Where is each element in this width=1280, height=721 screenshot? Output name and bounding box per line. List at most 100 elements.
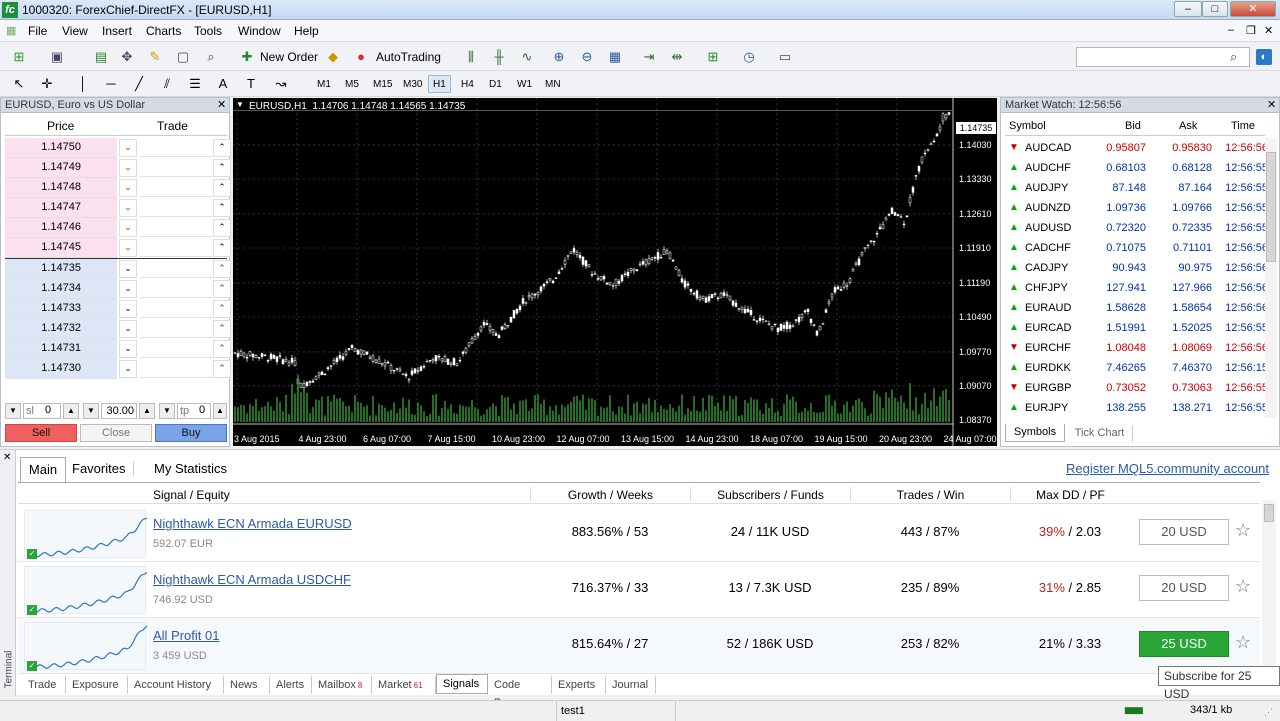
buy-limit-icon[interactable]: ⌃	[213, 320, 231, 338]
terminal-icon[interactable]: ▢	[174, 48, 192, 66]
sell-limit-icon[interactable]: ⌄	[119, 360, 137, 378]
tp-down-icon[interactable]: ▼	[159, 403, 175, 419]
inner-restore-button[interactable]: ❐	[1246, 24, 1256, 37]
buy-limit-icon[interactable]: ⌃	[213, 199, 231, 217]
bottom-tab-experts[interactable]: Experts	[552, 676, 606, 694]
sell-limit-icon[interactable]: ⌄	[119, 300, 137, 318]
sell-button[interactable]: Sell	[5, 424, 77, 442]
buy-limit-icon[interactable]: ⌃	[213, 360, 231, 378]
price-chart[interactable]: 1.14030 1.13330 1.12610 1.11910 1.11190 1.104…	[233, 98, 997, 446]
buy-limit-icon[interactable]: ⌃	[213, 219, 231, 237]
chart-shift-icon[interactable]: ⇹	[668, 48, 686, 66]
trade-cell[interactable]	[140, 339, 212, 358]
sell-limit-icon[interactable]: ⌄	[119, 340, 137, 358]
trendline-icon[interactable]: ╱	[130, 75, 148, 93]
market-watch-icon[interactable]: ▤	[92, 48, 110, 66]
sell-limit-icon[interactable]: ⌄	[119, 280, 137, 298]
mw-scrollbar[interactable]	[1265, 138, 1277, 418]
sell-limit-icon[interactable]: ⌄	[119, 260, 137, 278]
sl-field[interactable]: 0	[45, 403, 57, 419]
tp-up-icon[interactable]: ▲	[213, 403, 227, 419]
tab-tick-chart[interactable]: Tick Chart	[1067, 426, 1133, 442]
templates-icon[interactable]: ▭	[776, 48, 794, 66]
timeframe-h1[interactable]: H1	[428, 75, 451, 93]
data-window-icon[interactable]: ✎	[146, 48, 164, 66]
periods-icon[interactable]: ◷	[740, 48, 758, 66]
search-input[interactable]	[1076, 47, 1250, 67]
tab-main[interactable]: Main	[20, 457, 66, 483]
market-watch-row[interactable]: ▲ EURJPY 138.255 138.271 12:56:55	[1005, 398, 1269, 418]
timeframe-m5[interactable]: M5	[340, 75, 364, 93]
sell-limit-icon[interactable]: ⌄	[119, 239, 137, 257]
tab-favorites[interactable]: Favorites	[72, 461, 135, 476]
bottom-tab-account-history[interactable]: Account History	[128, 676, 224, 694]
navigator-icon[interactable]: ✥	[118, 48, 136, 66]
zoom-out-icon[interactable]: ⊖	[578, 48, 596, 66]
buy-limit-icon[interactable]: ⌃	[213, 340, 231, 358]
new-chart-icon[interactable]: ⊞	[10, 48, 28, 66]
volume-up-icon[interactable]: ▲	[139, 403, 155, 419]
market-watch-row[interactable]: ▼ EURCHF 1.08048 1.08069 12:56:56	[1005, 338, 1269, 358]
signals-scrollbar[interactable]	[1262, 500, 1276, 672]
buy-limit-icon[interactable]: ⌃	[213, 139, 231, 157]
bottom-tab-trade[interactable]: Trade	[22, 676, 66, 694]
fibonacci-icon[interactable]: ☰	[186, 75, 204, 93]
menu-view[interactable]: View	[62, 24, 88, 38]
bottom-tab-exposure[interactable]: Exposure	[66, 676, 128, 694]
menu-tools[interactable]: Tools	[194, 24, 222, 38]
trade-cell[interactable]	[140, 158, 212, 177]
favorite-star-icon[interactable]: ☆	[1235, 576, 1251, 597]
mw-scroll-thumb[interactable]	[1266, 152, 1276, 262]
sell-limit-icon[interactable]: ⌄	[119, 139, 137, 157]
market-watch-row[interactable]: ▲ EURCAD 1.51991 1.52025 12:56:55	[1005, 318, 1269, 338]
menu-charts[interactable]: Charts	[146, 24, 181, 38]
strategy-tester-icon[interactable]: ⌕	[202, 48, 220, 66]
market-watch-row[interactable]: ▲ CADCHF 0.71075 0.71101 12:56:56	[1005, 238, 1269, 258]
community-icon[interactable]: ◐	[1256, 49, 1272, 65]
trade-cell[interactable]	[140, 218, 212, 237]
timeframe-d1[interactable]: D1	[484, 75, 507, 93]
menu-insert[interactable]: Insert	[102, 24, 132, 38]
signal-name[interactable]: All Profit 01	[153, 628, 219, 643]
tab-symbols[interactable]: Symbols	[1005, 424, 1065, 442]
favorite-star-icon[interactable]: ☆	[1235, 520, 1251, 541]
close-market-watch-icon[interactable]: ✕	[1267, 98, 1276, 111]
market-watch-row[interactable]: ▲ AUDJPY 87.148 87.164 12:56:55	[1005, 178, 1269, 198]
vertical-line-icon[interactable]: │	[74, 75, 92, 93]
buy-button[interactable]: Buy	[155, 424, 227, 442]
close-dom-icon[interactable]: ✕	[217, 98, 226, 111]
line-chart-icon[interactable]: ∿	[518, 48, 536, 66]
sell-limit-icon[interactable]: ⌄	[119, 199, 137, 217]
cursor-icon[interactable]: ↖	[10, 75, 28, 93]
market-watch-row[interactable]: ▲ CHFJPY 127.941 127.966 12:56:56	[1005, 278, 1269, 298]
timeframe-mn[interactable]: MN	[540, 75, 566, 93]
chart-canvas[interactable]: 1.14030 1.13330 1.12610 1.11910 1.11190 1.104…	[233, 98, 997, 446]
favorite-star-icon[interactable]: ☆	[1235, 632, 1251, 653]
tp-field[interactable]: 0	[199, 403, 211, 419]
market-watch-row[interactable]: ▲ EURAUD 1.58628 1.58654 12:56:56	[1005, 298, 1269, 318]
subscribe-button[interactable]: 20 USD	[1139, 575, 1229, 601]
maximize-button[interactable]: □	[1202, 1, 1228, 17]
bottom-tab-mailbox[interactable]: Mailbox 8	[312, 676, 372, 694]
candlestick-icon[interactable]: ╫	[490, 48, 508, 66]
menu-window[interactable]: Window	[238, 24, 281, 38]
inner-close-button[interactable]: ✕	[1264, 24, 1273, 37]
inner-minimize-button[interactable]: –	[1228, 24, 1234, 36]
timeframe-w1[interactable]: W1	[512, 75, 537, 93]
trade-cell[interactable]	[140, 299, 212, 318]
market-watch-row[interactable]: ▲ EURDKK 7.46265 7.46370 12:56:15	[1005, 358, 1269, 378]
sl-down-icon[interactable]: ▼	[5, 403, 21, 419]
bottom-tab-code-base[interactable]: Code Base	[488, 676, 552, 709]
text-label-icon[interactable]: T	[242, 75, 260, 93]
signal-row[interactable]: ✓ Nighthawk ECN Armada USDCHF 746.92 USD 71…	[18, 562, 1260, 618]
arrows-icon[interactable]: ↝	[272, 75, 290, 93]
trade-cell[interactable]	[140, 238, 212, 257]
signal-row[interactable]: ✓ All Profit 01 3 459 USD 815.64% / 27 52 / …	[18, 618, 1260, 674]
register-mql5-link[interactable]: Register MQL5.community account	[1066, 461, 1269, 476]
timeframe-m1[interactable]: M1	[312, 75, 336, 93]
autotrading-icon[interactable]: ●	[352, 48, 370, 66]
text-icon[interactable]: A	[214, 75, 232, 93]
auto-scroll-icon[interactable]: ⇥	[640, 48, 658, 66]
horizontal-line-icon[interactable]: ─	[102, 75, 120, 93]
indicators-icon[interactable]: ⊞	[704, 48, 722, 66]
